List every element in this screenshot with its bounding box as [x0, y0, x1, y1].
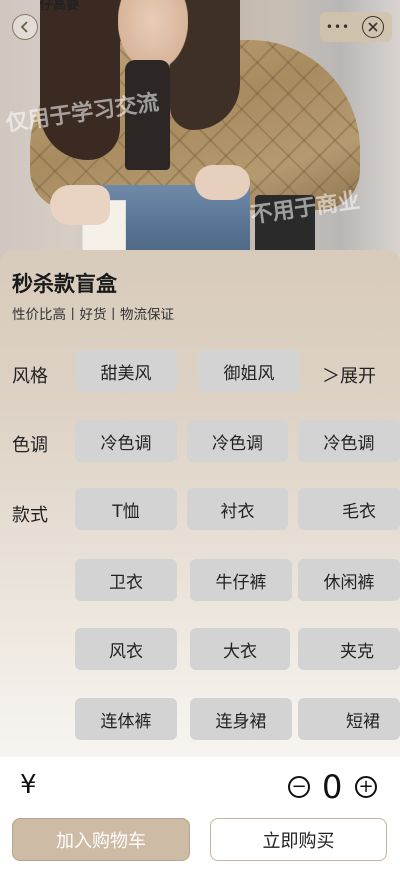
buy-now-button[interactable]: 立即购买 [210, 818, 387, 861]
product-title: 秒杀款盲盒 [12, 272, 117, 296]
tone-label: 色调 [12, 435, 48, 456]
tone-option-2[interactable]: 冷色调 [187, 420, 288, 462]
type-option-jacket[interactable]: 夹克 [298, 628, 400, 670]
back-button[interactable] [12, 14, 38, 40]
type-option-shirt[interactable]: 衬衣 [187, 488, 288, 530]
add-to-cart-button[interactable]: 加入购物车 [12, 818, 190, 861]
expand-button[interactable]: ＞展开 [322, 362, 376, 388]
close-circle-icon [368, 22, 378, 32]
type-option-coat[interactable]: 大衣 [190, 628, 290, 670]
type-option-skirt[interactable]: 短裙 [298, 698, 400, 740]
decrease-button[interactable]: − [288, 776, 310, 798]
tone-option-3[interactable]: 冷色调 [298, 420, 400, 462]
close-button[interactable] [362, 16, 384, 38]
mini-program-capsule: ••• [320, 12, 392, 42]
increase-button[interactable]: + [355, 776, 377, 798]
style-label: 风格 [12, 366, 48, 387]
more-icon: ••• [325, 20, 351, 34]
product-subtitle: 性价比高丨好货丨物流保证 [12, 307, 174, 323]
tone-option-1[interactable]: 冷色调 [75, 420, 177, 462]
minus-icon: − [291, 776, 307, 797]
plus-icon: + [358, 776, 374, 797]
style-option-mature[interactable]: 御姐风 [198, 350, 300, 392]
price-currency: ¥ [20, 770, 37, 800]
blind-box-page: 仔高要 仅用于学习交流 不用于商业 ••• 秒杀款盲盒 性价比高丨好货丨物流保证… [0, 0, 400, 873]
type-option-dress[interactable]: 连身裙 [190, 698, 292, 740]
quantity-value: 0 [322, 768, 343, 806]
type-option-jeans[interactable]: 牛仔裤 [190, 559, 292, 601]
photo-top-text: 仔高要 [40, 0, 80, 13]
type-option-tshirt[interactable]: T恤 [75, 488, 177, 530]
type-option-sweater[interactable]: 毛衣 [298, 488, 400, 530]
type-option-trench[interactable]: 风衣 [75, 628, 177, 670]
type-option-hoodie[interactable]: 卫衣 [75, 559, 177, 601]
style-option-sweet[interactable]: 甜美风 [75, 350, 177, 392]
chevron-left-icon [20, 21, 28, 33]
type-option-jumpsuit[interactable]: 连体裤 [75, 698, 177, 740]
more-button[interactable]: ••• [320, 20, 356, 34]
type-label: 款式 [12, 505, 48, 526]
type-option-casual-pants[interactable]: 休闲裤 [298, 559, 400, 601]
